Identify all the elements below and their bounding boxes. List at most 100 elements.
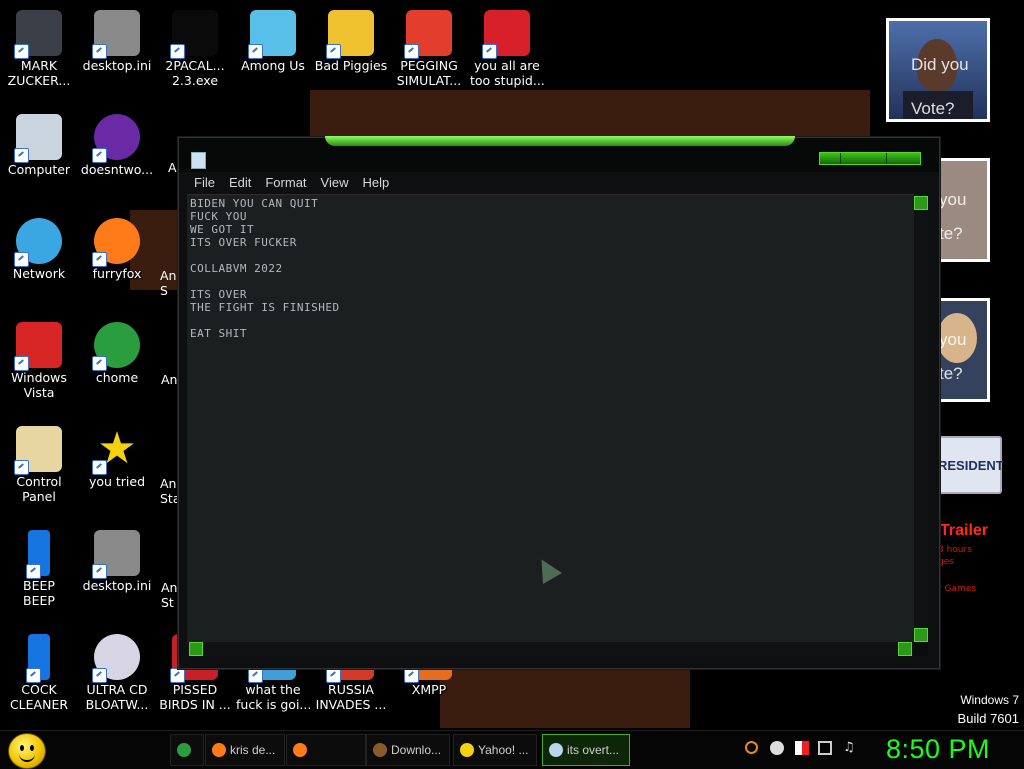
menu-help[interactable]: Help [355,174,396,194]
wallpaper-shape [440,668,690,728]
desktop-icon[interactable]: MARK ZUCKER... [0,4,78,88]
menu-edit[interactable]: Edit [222,174,258,194]
start-button[interactable] [8,733,46,769]
title-bar[interactable] [179,136,939,172]
desktop-icon-label: Computer [7,162,71,177]
desktop-icon[interactable]: Windows Vista [0,316,78,400]
firefox-icon [92,218,140,267]
desktop-icon[interactable]: doesntwo... [78,108,156,177]
notepad-window: File Edit Format View Help BIDEN YOU CAN… [178,136,940,669]
trailer-gadget[interactable]: Trailer 8 hours ges r Games [938,520,1018,600]
shortcut-arrow-icon [14,460,29,475]
taskbar-button[interactable]: its overt... [542,734,630,766]
taskbar: kris de... Downlo... Yahoo! ... its overt..… [0,730,1024,769]
shortcut-arrow-icon [248,44,263,59]
trailer-title: Trailer [940,522,989,539]
desktop-icon[interactable]: furryfox [78,212,156,281]
minimize-button[interactable] [840,153,841,164]
shortcut-arrow-icon [14,356,29,371]
partial-icon-label: An S [160,268,177,298]
taskbar-button[interactable] [286,734,366,766]
president-gadget[interactable]: RESIDENT [934,436,1004,494]
taskbar-button[interactable]: Downlo... [366,734,450,766]
desktop-icon[interactable]: Control Panel [0,420,78,504]
desktop-icon-label: desktop.ini [82,578,152,593]
desktop-icon-label: you tried [88,474,146,489]
smiley-eye [20,745,24,751]
scroll-left-button[interactable] [189,642,203,656]
maximize-button[interactable] [886,153,887,164]
partial-icon-label: An St [161,580,178,610]
desktop-icon-label: Bad Piggies [314,58,388,73]
shortcut-arrow-icon [92,44,107,59]
vertical-scrollbar[interactable] [914,194,928,642]
taskbar-button[interactable]: kris de... [205,734,285,766]
resize-grip[interactable] [914,642,928,656]
control-panel-icon [14,426,62,475]
vote-photo-gadget[interactable]: Did you Vote? [886,18,990,122]
partial-icon-label: An [161,372,178,387]
desktop-icon[interactable]: desktop.ini [78,524,156,593]
search-icon[interactable] [745,741,758,754]
vote-photo-gadget[interactable]: you te? [932,158,990,262]
blue-bar-icon [26,634,50,683]
desktop-icon-label: PISSED BIRDS IN ... [159,682,231,712]
yahoo-messenger-icon [460,743,474,757]
desktop-icon-label: COCK CLEANER [9,682,69,712]
shortcut-arrow-icon [92,356,107,371]
desktop-icon[interactable]: ★ you tried [78,420,156,490]
desktop-icon-label: what the fuck is goi... [236,682,312,712]
desktop-icon[interactable]: BEEP BEEP [0,524,78,608]
shortcut-arrow-icon [14,44,29,59]
desktop-icon[interactable]: chome [78,316,156,385]
scroll-down-button[interactable] [914,628,928,642]
desktop-icon-label: desktop.ini [82,58,152,73]
desktop-icon-label: you all are too stupid... [470,58,545,88]
desktop-icon[interactable]: Network [0,212,78,281]
chrome-icon [177,743,191,757]
taskbar-button-label: its overt... [567,743,620,757]
desktop-icon-label: doesntwo... [80,162,154,177]
messenger-tray-icon[interactable] [770,741,784,755]
taskbar-button[interactable]: Yahoo! ... [453,734,537,766]
menu-view[interactable]: View [314,174,356,194]
desktop-icon[interactable]: desktop.ini [78,4,156,73]
shortcut-arrow-icon [92,460,107,475]
desktop-icon[interactable]: ULTRA CD BLOATW... [78,628,156,712]
shortcut-arrow-icon [326,44,341,59]
desktop-icon[interactable]: COCK CLEANER [0,628,78,712]
desktop-icon[interactable]: you all are too stupid... [468,4,546,88]
windows-version-label: Windows 7 [960,693,1019,707]
desktop-icon-label: Windows Vista [11,370,67,400]
volume-icon[interactable]: ♫ [843,741,857,755]
desktop-icon[interactable]: Among Us [234,4,312,73]
trailer-games: r Games [938,584,977,594]
taskbar-button[interactable] [170,734,204,766]
scroll-up-button[interactable] [914,196,928,210]
desktop-icon[interactable]: 2PACAL... 2.3.exe [156,4,234,88]
trailer-subtext: 8 hours ges [938,545,972,567]
vote-photo-gadget[interactable]: you te? [932,298,990,402]
document-text[interactable]: BIDEN YOU CAN QUIT FUCK YOU WE GOT IT IT… [190,197,340,340]
network-tray-icon[interactable] [818,741,832,755]
desktop-icon-label: Control Panel [16,474,62,504]
scroll-right-button[interactable] [898,642,912,656]
taskbar-button-label: kris de... [230,743,276,757]
photo-caption: you te? [939,330,967,383]
desktop-icon[interactable]: Computer [0,108,78,177]
desktop-icon-label: PEGGING SIMULAT... [396,58,462,88]
horizontal-scrollbar[interactable] [187,642,914,656]
shortcut-arrow-icon [14,148,29,163]
notepad-icon[interactable] [191,152,206,169]
shortcut-arrow-icon [326,668,341,683]
shortcut-arrow-icon [92,252,107,267]
desktop-icon[interactable]: PEGGING SIMULAT... [390,4,468,88]
chrome-icon [92,322,140,371]
star-icon: ★ [92,426,140,475]
download-icon [373,743,387,757]
clock[interactable]: 8:50 PM [886,734,990,765]
action-center-flag-icon[interactable] [795,741,809,755]
menu-file[interactable]: File [187,174,222,194]
desktop-icon[interactable]: Bad Piggies [312,4,390,73]
menu-format[interactable]: Format [258,174,313,194]
